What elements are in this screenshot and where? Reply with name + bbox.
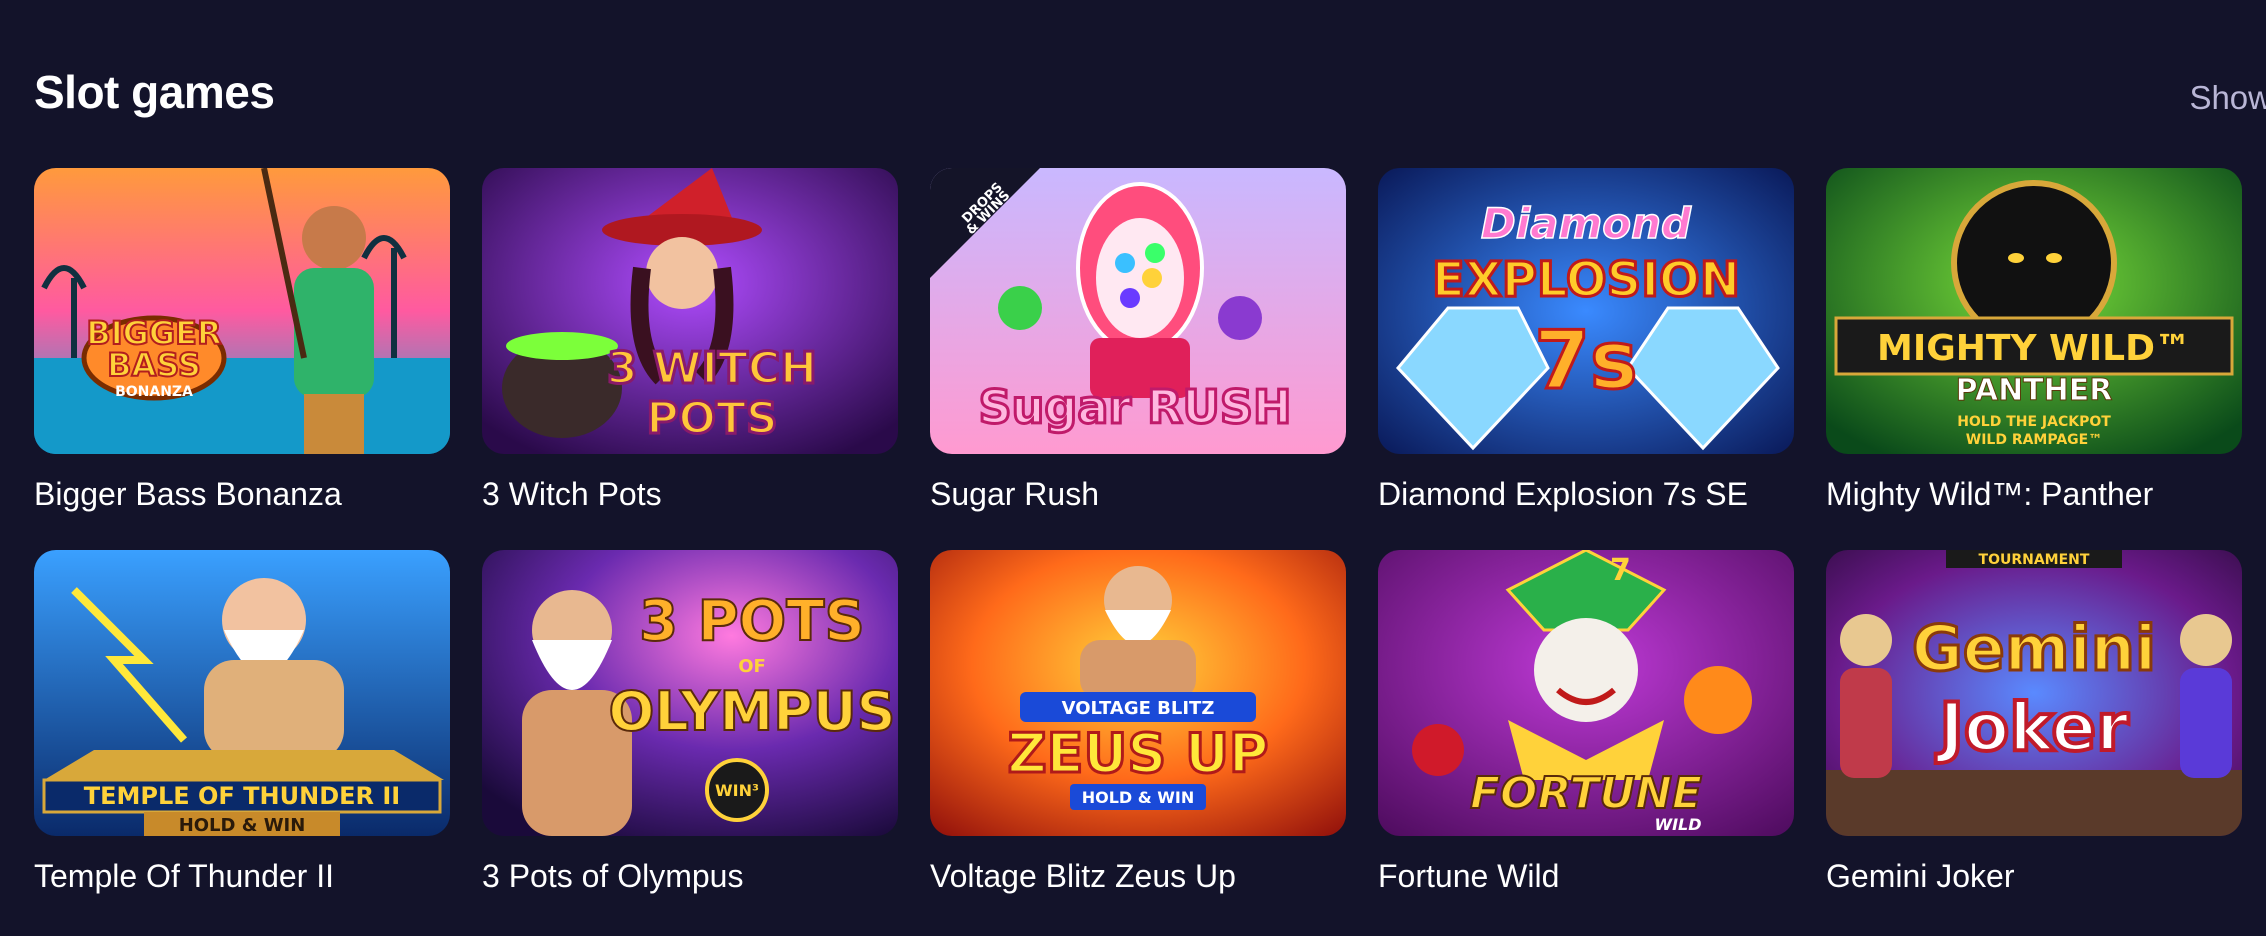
svg-text:TOURNAMENT: TOURNAMENT bbox=[1979, 552, 2090, 568]
svg-text:3 WITCH: 3 WITCH bbox=[607, 343, 817, 394]
svg-text:FORTUNE: FORTUNE bbox=[1470, 768, 1702, 819]
fisherman-art-icon: BIGGER BASS BONANZA bbox=[34, 168, 450, 454]
gumball-machine-art-icon: DROPS & WINS Sugar RUSH bbox=[930, 168, 1346, 454]
svg-text:BONANZA: BONANZA bbox=[115, 384, 193, 400]
game-card-temple-of-thunder-ii[interactable]: TEMPLE OF THUNDER II HOLD & WIN Temple O… bbox=[34, 550, 450, 932]
game-card-bigger-bass-bonanza[interactable]: BIGGER BASS BONANZA Bigger Bass Bonanza bbox=[34, 168, 450, 550]
svg-text:TEMPLE OF THUNDER II: TEMPLE OF THUNDER II bbox=[84, 782, 400, 810]
game-title[interactable]: 3 Witch Pots bbox=[482, 474, 898, 514]
game-card-diamond-explosion-7s-se[interactable]: Diamond EXPLOSION 7s Diamond Explosion 7… bbox=[1378, 168, 1794, 550]
game-thumbnail[interactable]: 3 WITCH POTS bbox=[482, 168, 898, 454]
game-title[interactable]: Gemini Joker bbox=[1826, 856, 2242, 896]
olympus-god-art-icon: 3 POTS OF OLYMPUS WIN³ bbox=[482, 550, 898, 836]
svg-text:WIN³: WIN³ bbox=[715, 781, 759, 800]
svg-text:Sugar RUSH: Sugar RUSH bbox=[979, 380, 1292, 434]
game-thumbnail[interactable]: 7 FORTUNE WILD bbox=[1378, 550, 1794, 836]
svg-text:7s: 7s bbox=[1534, 314, 1637, 407]
section-title: Slot games bbox=[34, 66, 275, 118]
game-title[interactable]: Voltage Blitz Zeus Up bbox=[930, 856, 1346, 896]
game-card-3-pots-of-olympus[interactable]: 3 POTS OF OLYMPUS WIN³ 3 Pots of Olympus bbox=[482, 550, 898, 932]
game-thumbnail[interactable]: 3 POTS OF OLYMPUS WIN³ bbox=[482, 550, 898, 836]
svg-text:7: 7 bbox=[1610, 553, 1631, 588]
svg-text:Gemini: Gemini bbox=[1912, 612, 2156, 685]
game-card-3-witch-pots[interactable]: 3 WITCH POTS 3 Witch Pots bbox=[482, 168, 898, 550]
svg-text:OLYMPUS: OLYMPUS bbox=[608, 680, 895, 743]
game-title[interactable]: Sugar Rush bbox=[930, 474, 1346, 514]
witch-art-icon: 3 WITCH POTS bbox=[482, 168, 898, 454]
svg-text:OF: OF bbox=[738, 656, 766, 677]
svg-text:3 POTS: 3 POTS bbox=[639, 589, 865, 654]
game-card-gemini-joker[interactable]: TOURNAMENT Gemini Joker Gemini Joker bbox=[1826, 550, 2242, 932]
game-thumbnail[interactable]: TEMPLE OF THUNDER II HOLD & WIN bbox=[34, 550, 450, 836]
game-card-sugar-rush[interactable]: DROPS & WINS Sugar RUSH Sugar Rush bbox=[930, 168, 1346, 550]
svg-text:VOLTAGE BLITZ: VOLTAGE BLITZ bbox=[1062, 698, 1215, 719]
game-card-mighty-wild-panther[interactable]: MIGHTY WILD™ PANTHER HOLD THE JACKPOT WI… bbox=[1826, 168, 2242, 550]
game-thumbnail[interactable]: VOLTAGE BLITZ ZEUS UP HOLD & WIN bbox=[930, 550, 1346, 836]
games-grid: BIGGER BASS BONANZA Bigger Bass Bonanza bbox=[34, 168, 2242, 932]
game-thumbnail[interactable]: MIGHTY WILD™ PANTHER HOLD THE JACKPOT WI… bbox=[1826, 168, 2242, 454]
zeus-art-icon: TEMPLE OF THUNDER II HOLD & WIN bbox=[34, 550, 450, 836]
jester-art-icon: 7 FORTUNE WILD bbox=[1378, 550, 1794, 836]
game-title[interactable]: Temple Of Thunder II bbox=[34, 856, 450, 896]
panther-art-icon: MIGHTY WILD™ PANTHER HOLD THE JACKPOT WI… bbox=[1826, 168, 2242, 454]
game-title[interactable]: Fortune Wild bbox=[1378, 856, 1794, 896]
show-all-link[interactable]: Show bbox=[2189, 78, 2266, 118]
svg-text:Joker: Joker bbox=[1935, 689, 2129, 766]
svg-text:PANTHER: PANTHER bbox=[1956, 373, 2113, 408]
game-title[interactable]: Mighty Wild™: Panther bbox=[1826, 474, 2242, 514]
svg-text:HOLD THE JACKPOT: HOLD THE JACKPOT bbox=[1957, 414, 2111, 430]
game-thumbnail[interactable]: BIGGER BASS BONANZA bbox=[34, 168, 450, 454]
game-thumbnail[interactable]: Diamond EXPLOSION 7s bbox=[1378, 168, 1794, 454]
svg-text:Diamond: Diamond bbox=[1481, 199, 1692, 248]
game-title[interactable]: Bigger Bass Bonanza bbox=[34, 474, 450, 514]
joker-art-icon: TOURNAMENT Gemini Joker bbox=[1826, 550, 2242, 836]
slot-games-section: Slot games Show BIGGER BASS BONANZA Bigg… bbox=[0, 0, 2266, 936]
svg-text:BASS: BASS bbox=[107, 346, 201, 384]
game-card-fortune-wild[interactable]: 7 FORTUNE WILD Fortune Wild bbox=[1378, 550, 1794, 932]
svg-text:WILD: WILD bbox=[1654, 815, 1701, 834]
svg-text:EXPLOSION: EXPLOSION bbox=[1432, 252, 1740, 308]
game-title[interactable]: 3 Pots of Olympus bbox=[482, 856, 898, 896]
svg-text:HOLD & WIN: HOLD & WIN bbox=[1082, 788, 1195, 807]
svg-text:ZEUS UP: ZEUS UP bbox=[1007, 722, 1268, 785]
game-thumbnail[interactable]: DROPS & WINS Sugar RUSH bbox=[930, 168, 1346, 454]
svg-text:WILD RAMPAGE™: WILD RAMPAGE™ bbox=[1966, 432, 2102, 448]
svg-text:HOLD & WIN: HOLD & WIN bbox=[179, 815, 306, 836]
svg-text:POTS: POTS bbox=[646, 393, 777, 444]
game-title[interactable]: Diamond Explosion 7s SE bbox=[1378, 474, 1794, 514]
game-thumbnail[interactable]: TOURNAMENT Gemini Joker bbox=[1826, 550, 2242, 836]
svg-text:MIGHTY WILD™: MIGHTY WILD™ bbox=[1877, 328, 2191, 369]
game-card-voltage-blitz-zeus-up[interactable]: VOLTAGE BLITZ ZEUS UP HOLD & WIN Voltage… bbox=[930, 550, 1346, 932]
diamond-art-icon: Diamond EXPLOSION 7s bbox=[1378, 168, 1794, 454]
zeus-lightning-art-icon: VOLTAGE BLITZ ZEUS UP HOLD & WIN bbox=[930, 550, 1346, 836]
